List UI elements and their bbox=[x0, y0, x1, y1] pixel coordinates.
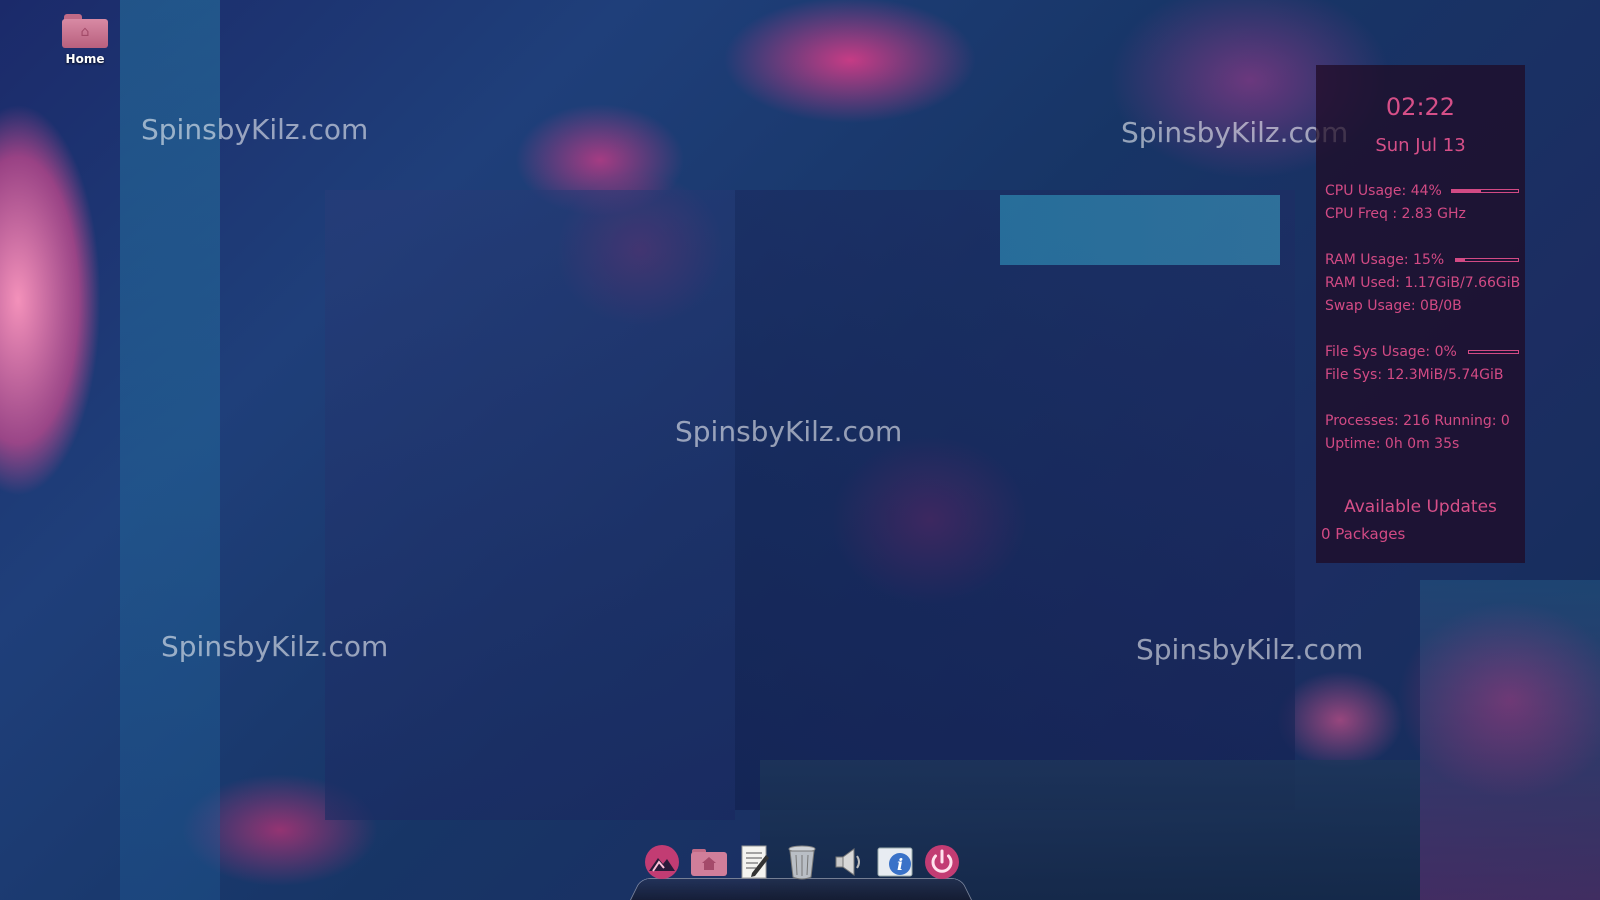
ram-usage-bar bbox=[1455, 258, 1519, 262]
dock-item-power[interactable] bbox=[922, 842, 962, 882]
cpu-freq: CPU Freq : 2.83 GHz bbox=[1325, 206, 1466, 222]
clock-time: 02:22 bbox=[1385, 93, 1456, 121]
desktop: SpinsbyKilz.com SpinsbyKilz.com SpinsbyK… bbox=[0, 0, 1600, 900]
processes-count: Processes: 216 Running: 0 bbox=[1325, 413, 1510, 429]
updates-title: Available Updates bbox=[1344, 497, 1497, 517]
svg-text:i: i bbox=[897, 855, 903, 874]
ram-used: RAM Used: 1.17GiB/7.66GiB bbox=[1325, 275, 1521, 291]
dock-item-home-folder[interactable] bbox=[689, 842, 729, 882]
filesystem-usage-bar bbox=[1468, 350, 1519, 354]
trash-icon bbox=[788, 845, 816, 880]
watermark: SpinsbyKilz.com bbox=[1121, 116, 1349, 149]
info-icon: i bbox=[877, 847, 913, 877]
clock-date: Sun Jul 13 bbox=[1375, 135, 1466, 156]
wallpaper-block bbox=[735, 190, 1295, 810]
dock-item-info[interactable]: i bbox=[875, 842, 915, 882]
desktop-icon-label: Home bbox=[65, 52, 105, 66]
dock-item-launcher[interactable] bbox=[642, 842, 682, 882]
desktop-icon-home[interactable]: ⌂ Home bbox=[54, 14, 116, 66]
dock: i bbox=[630, 840, 972, 900]
swap-usage: Swap Usage: 0B/0B bbox=[1325, 298, 1462, 314]
dock-item-trash[interactable] bbox=[782, 842, 822, 882]
wallpaper-block bbox=[325, 190, 735, 820]
ram-usage-label: RAM Usage: 15% bbox=[1325, 252, 1445, 268]
filesystem-used: File Sys: 12.3MiB/5.74GiB bbox=[1325, 367, 1504, 383]
text-editor-icon bbox=[741, 845, 770, 879]
home-folder-icon: ⌂ bbox=[62, 14, 108, 48]
watermark: SpinsbyKilz.com bbox=[1136, 633, 1364, 666]
volume-icon bbox=[835, 848, 860, 876]
dock-item-text-editor[interactable] bbox=[735, 842, 775, 882]
mountain-logo-icon bbox=[645, 845, 679, 879]
watermark: SpinsbyKilz.com bbox=[675, 415, 903, 448]
uptime: Uptime: 0h 0m 35s bbox=[1325, 436, 1460, 452]
cpu-usage-label: CPU Usage: 44% bbox=[1325, 183, 1442, 199]
cpu-usage-bar-fill bbox=[1452, 190, 1482, 192]
system-monitor-widget: 02:22 Sun Jul 13 CPU Usage: 44% CPU Freq… bbox=[1316, 65, 1525, 563]
filesystem-usage-label: File Sys Usage: 0% bbox=[1325, 344, 1457, 360]
updates-count: 0 Packages bbox=[1321, 525, 1406, 543]
cpu-usage-bar bbox=[1451, 189, 1519, 193]
wallpaper-block bbox=[1420, 580, 1600, 900]
watermark: SpinsbyKilz.com bbox=[141, 113, 369, 146]
ram-usage-bar-fill bbox=[1456, 259, 1466, 261]
home-folder-icon bbox=[690, 849, 727, 876]
watermark: SpinsbyKilz.com bbox=[161, 630, 389, 663]
power-icon bbox=[924, 845, 959, 879]
wallpaper-block bbox=[1000, 195, 1280, 265]
dock-item-volume[interactable] bbox=[829, 842, 869, 882]
